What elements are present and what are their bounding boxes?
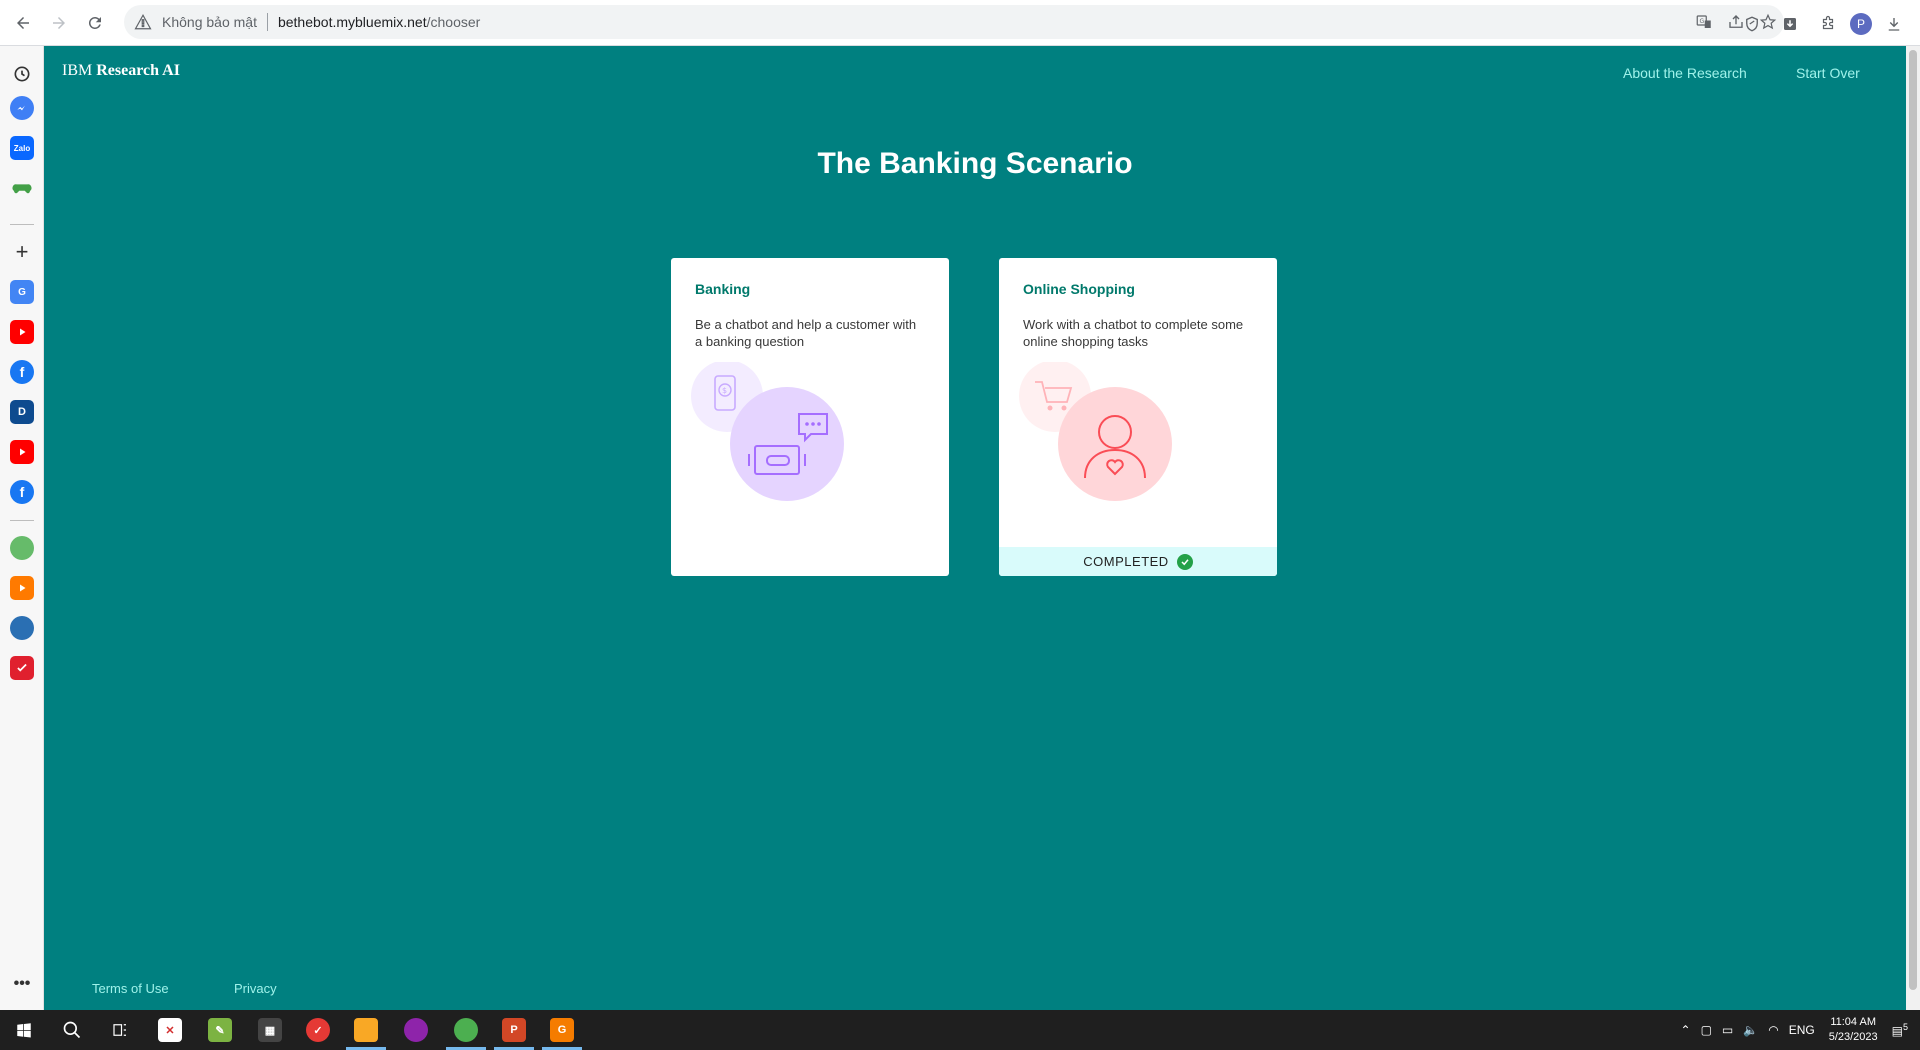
url-path: /chooser <box>426 14 481 30</box>
clock-time: 11:04 AM <box>1830 1016 1876 1028</box>
game-app-icon[interactable] <box>10 536 34 560</box>
browser-toolbar: Không bảo mật bethebot.mybluemix.net/cho… <box>0 0 1920 46</box>
google-translate-icon[interactable]: G <box>10 280 34 304</box>
gamepad-icon[interactable] <box>10 176 34 200</box>
browser-actions: P <box>1736 8 1910 40</box>
start-over-link[interactable]: Start Over <box>1796 65 1860 81</box>
web-page: IBM Research AI About the Research Start… <box>44 46 1906 1010</box>
translate-button[interactable]: G <box>1688 6 1720 38</box>
network-device-icon[interactable]: ▢ <box>1701 1023 1712 1037</box>
translate-icon: G <box>1696 15 1711 28</box>
terms-of-use-link[interactable]: Terms of Use <box>92 981 169 996</box>
shield-icon <box>1746 16 1758 32</box>
download-extension-button[interactable] <box>1774 8 1806 40</box>
profile-avatar[interactable]: P <box>1850 13 1872 35</box>
card-title: Online Shopping <box>1023 281 1135 297</box>
brand-name: Research AI <box>96 62 180 79</box>
svg-text:G: G <box>1700 18 1705 25</box>
completed-status-bar: COMPLETED <box>999 547 1277 576</box>
calculator-icon[interactable]: ▦ <box>258 1018 282 1042</box>
wifi-icon[interactable]: ◠ <box>1768 1023 1778 1037</box>
page-title: The Banking Scenario <box>817 147 1133 180</box>
sidebar-divider <box>10 520 34 521</box>
warning-icon <box>134 14 152 30</box>
address-bar[interactable]: Không bảo mật bethebot.mybluemix.net/cho… <box>124 5 1784 39</box>
downloads-button[interactable] <box>1878 8 1910 40</box>
card-description: Work with a chatbot to complete some onl… <box>1023 317 1244 349</box>
privacy-link[interactable]: Privacy <box>234 981 277 996</box>
shopping-illustration <box>1019 362 1172 501</box>
clock-date: 5/23/2023 <box>1828 1031 1878 1043</box>
todo-app-icon[interactable] <box>10 656 34 680</box>
arrow-right-icon <box>53 16 65 29</box>
windows-taskbar: ✕ ✎ ▦ ✓ P G ⌃ ▢ ▭ 🔈 ◠ ENG 11:04 AM 5/23/… <box>0 1010 1920 1050</box>
completed-label: COMPLETED <box>1083 554 1169 569</box>
chevron-up-icon[interactable]: ⌃ <box>1681 1023 1691 1037</box>
history-icon[interactable] <box>10 62 34 86</box>
scenario-card-banking[interactable]: Banking Be a chatbot and help a customer… <box>671 258 949 576</box>
shield-extension-button[interactable] <box>1736 8 1768 40</box>
about-research-link[interactable]: About the Research <box>1623 65 1747 81</box>
dictionary-icon[interactable]: D <box>10 400 34 424</box>
download-icon <box>1888 18 1900 31</box>
volume-icon[interactable]: 🔈 <box>1743 1023 1758 1037</box>
card-description: Be a chatbot and help a customer with a … <box>695 317 917 349</box>
facebook-icon[interactable]: f <box>10 360 34 384</box>
zalo-icon[interactable]: Zalo <box>10 136 34 160</box>
app-icon-2[interactable]: ✎ <box>208 1018 232 1042</box>
forward-button[interactable] <box>46 10 72 36</box>
security-label[interactable]: Không bảo mật <box>162 14 257 30</box>
clock[interactable]: 11:04 AM 5/23/2023 <box>1829 1015 1878 1045</box>
omnibox-separator <box>266 13 268 31</box>
language-indicator[interactable]: ENG <box>1789 1023 1815 1037</box>
todo-check-icon[interactable]: ✓ <box>306 1018 330 1042</box>
arrow-left-icon <box>17 16 29 29</box>
app-icon-1[interactable]: ✕ <box>158 1018 182 1042</box>
youtube-icon[interactable] <box>10 320 34 344</box>
reload-button[interactable] <box>82 10 108 36</box>
puzzle-icon <box>1822 15 1834 30</box>
messenger-icon[interactable] <box>10 96 34 120</box>
checkmark-icon <box>1176 553 1193 570</box>
banking-illustration: $ <box>691 362 844 501</box>
extensions-button[interactable] <box>1812 8 1844 40</box>
task-view-icon[interactable] <box>108 1018 132 1042</box>
bird-app-icon[interactable] <box>10 616 34 640</box>
messenger-taskbar-icon[interactable] <box>404 1018 428 1042</box>
notification-count: 5 <box>1902 1022 1908 1032</box>
back-button[interactable] <box>10 10 36 36</box>
brand-prefix: IBM <box>62 62 93 79</box>
notifications-icon[interactable]: ▤5 <box>1892 1022 1908 1038</box>
browser-sidebar: Zalo + G f D f ••• <box>0 46 44 1010</box>
scenario-card-online-shopping[interactable]: Online Shopping Work with a chatbot to c… <box>999 258 1277 576</box>
app-icon-orange[interactable]: G <box>550 1018 574 1042</box>
reload-icon <box>88 16 101 29</box>
download-box-icon <box>1784 18 1796 30</box>
page-scrollbar[interactable] <box>1906 46 1920 1010</box>
sidebar-divider <box>10 224 34 225</box>
battery-icon[interactable]: ▭ <box>1722 1023 1733 1037</box>
svg-text:$: $ <box>722 386 727 395</box>
system-tray: ⌃ ▢ ▭ 🔈 ◠ ENG 11:04 AM 5/23/2023 ▤5 <box>1681 1010 1920 1050</box>
scrollbar-thumb[interactable] <box>1909 50 1917 990</box>
play-app-icon[interactable] <box>10 576 34 600</box>
youtube-icon[interactable] <box>10 440 34 464</box>
add-icon[interactable]: + <box>10 239 34 264</box>
windows-start-icon[interactable] <box>12 1018 36 1042</box>
powerpoint-icon[interactable]: P <box>502 1018 526 1042</box>
url-host: bethebot.mybluemix.net <box>277 14 427 30</box>
more-icon[interactable]: ••• <box>10 972 34 996</box>
file-explorer-icon[interactable] <box>354 1018 378 1042</box>
card-title: Banking <box>695 281 751 297</box>
search-icon[interactable] <box>60 1018 84 1042</box>
facebook-icon[interactable]: f <box>10 480 34 504</box>
chrome-icon[interactable] <box>454 1018 478 1042</box>
brand-logo[interactable]: IBM Research AI <box>62 62 180 80</box>
